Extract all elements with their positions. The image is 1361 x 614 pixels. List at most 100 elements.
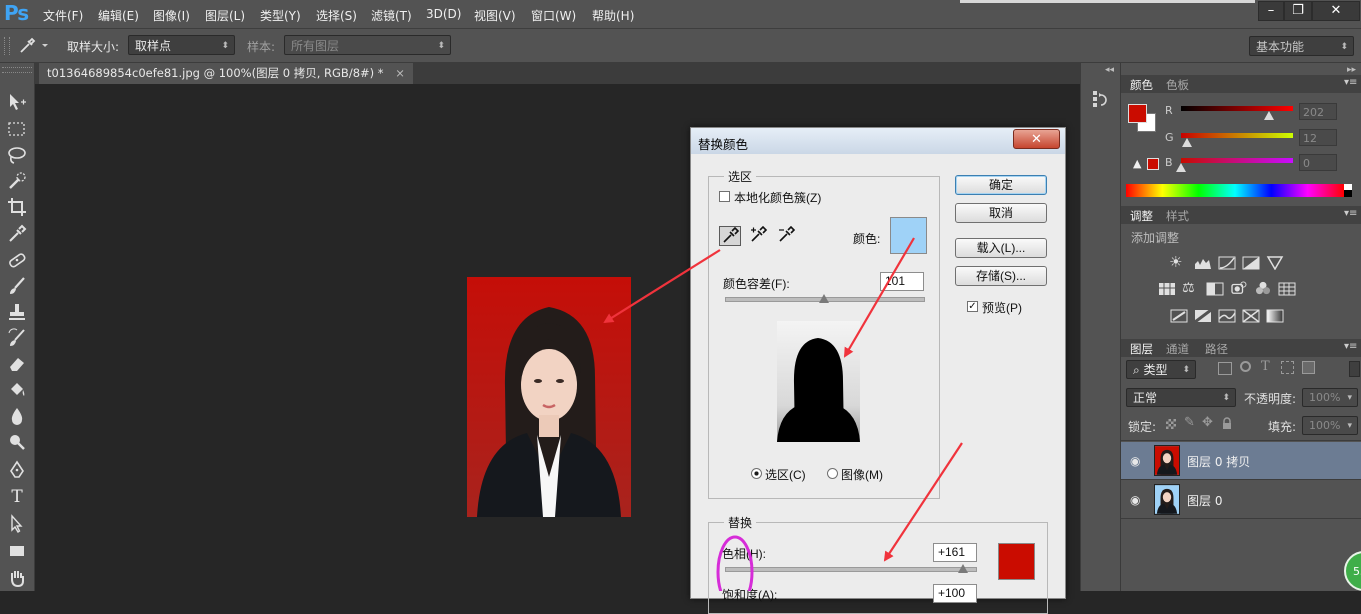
invert-icon[interactable] xyxy=(1170,309,1188,323)
tools-grip[interactable] xyxy=(2,67,32,73)
gradient-map-icon[interactable] xyxy=(1266,309,1284,323)
menu-view[interactable]: 视图(V) xyxy=(474,7,516,24)
black-chip[interactable] xyxy=(1344,190,1352,197)
filter-adjustment-icon[interactable] xyxy=(1240,361,1251,372)
r-slider-thumb[interactable] xyxy=(1264,111,1275,120)
exposure-icon[interactable] xyxy=(1242,256,1260,270)
restore-button[interactable]: ❐ xyxy=(1284,1,1312,21)
path-selection-tool-icon[interactable] xyxy=(6,513,28,535)
lock-pixels-brush-icon[interactable]: ✎ xyxy=(1184,415,1195,430)
menu-filter[interactable]: 滤镜(T) xyxy=(371,7,412,24)
localized-clusters-checkbox[interactable] xyxy=(719,191,730,202)
selection-radio[interactable] xyxy=(751,468,762,479)
curves-icon[interactable] xyxy=(1218,256,1236,270)
hue-slider-track[interactable] xyxy=(725,567,977,572)
filter-type-icon[interactable]: T xyxy=(1261,359,1270,374)
filter-smart-object-icon[interactable] xyxy=(1302,361,1315,374)
document-tab[interactable]: t01364689854c0efe81.jpg @ 100%(图层 0 拷贝, … xyxy=(39,63,413,84)
layer-name[interactable]: 图层 0 拷贝 xyxy=(1187,453,1250,470)
lock-all-icon[interactable] xyxy=(1221,417,1233,430)
fuzziness-slider-thumb[interactable] xyxy=(819,294,829,303)
filter-pixel-icon[interactable] xyxy=(1218,362,1232,375)
filter-shape-icon[interactable] xyxy=(1281,361,1294,374)
tab-styles[interactable]: 样式 xyxy=(1166,208,1189,224)
channel-mixer-icon[interactable] xyxy=(1254,281,1272,295)
color-balance-icon[interactable]: ⚖ xyxy=(1182,280,1195,296)
menu-edit[interactable]: 编辑(E) xyxy=(98,7,139,24)
expand-panels-icon[interactable]: ◂◂ xyxy=(1105,65,1114,75)
hue-input[interactable]: +161 xyxy=(933,543,977,562)
photo-filter-icon[interactable] xyxy=(1230,281,1248,295)
sample-select[interactable]: 所有图层 ⬍ xyxy=(284,35,451,55)
tab-swatches[interactable]: 色板 xyxy=(1166,77,1189,93)
menu-window[interactable]: 窗口(W) xyxy=(531,7,576,24)
menu-image[interactable]: 图像(I) xyxy=(153,7,190,24)
color-lookup-icon[interactable] xyxy=(1278,282,1296,296)
black-white-icon[interactable] xyxy=(1206,282,1224,296)
eyedropper-tool-icon[interactable] xyxy=(6,223,28,245)
menu-type[interactable]: 类型(Y) xyxy=(260,7,301,24)
fill-input[interactable]: 100% ▾ xyxy=(1302,416,1358,435)
image-radio[interactable] xyxy=(827,468,838,479)
g-slider-thumb[interactable] xyxy=(1181,138,1192,147)
brightness-contrast-icon[interactable]: ☀ xyxy=(1169,254,1185,270)
menu-layer[interactable]: 图层(L) xyxy=(205,7,245,24)
menu-help[interactable]: 帮助(H) xyxy=(592,7,634,24)
blur-tool-icon[interactable] xyxy=(6,405,28,427)
eyedropper-minus-button[interactable] xyxy=(776,225,798,246)
lock-transparent-icon[interactable] xyxy=(1166,419,1176,429)
r-slider-track[interactable] xyxy=(1181,106,1293,111)
lasso-tool-icon[interactable] xyxy=(6,144,28,166)
grip-handle[interactable] xyxy=(4,37,10,55)
workspace-select[interactable]: 基本功能 ⬍ xyxy=(1249,36,1354,56)
filter-toggle[interactable] xyxy=(1349,361,1360,377)
spectrum-ramp[interactable] xyxy=(1126,184,1344,197)
type-tool-icon[interactable]: T xyxy=(6,487,28,509)
panel-menu-icon[interactable]: ▾≡ xyxy=(1344,341,1357,352)
crop-tool-icon[interactable] xyxy=(6,196,28,218)
opacity-input[interactable]: 100% ▾ xyxy=(1302,388,1358,407)
history-brush-tool-icon[interactable] xyxy=(6,327,28,349)
close-window-button[interactable]: ✕ xyxy=(1312,1,1360,21)
ok-button[interactable]: 确定 xyxy=(955,175,1047,195)
move-tool-icon[interactable] xyxy=(6,91,28,113)
blend-mode-select[interactable]: 正常 ⬍ xyxy=(1126,388,1236,407)
gamut-color-chip[interactable] xyxy=(1147,158,1159,170)
cancel-button[interactable]: 取消 xyxy=(955,203,1047,223)
g-slider-track[interactable] xyxy=(1181,133,1293,138)
selected-color-swatch[interactable] xyxy=(890,217,927,254)
eyedropper-plus-button[interactable] xyxy=(748,225,770,246)
gamut-warning-icon[interactable]: ▲ xyxy=(1133,157,1141,170)
collapse-panels-icon[interactable]: ▸▸ xyxy=(1347,65,1356,75)
g-value-input[interactable]: 12 xyxy=(1299,129,1337,146)
floating-badge[interactable]: 53 xyxy=(1344,551,1361,591)
result-color-swatch[interactable] xyxy=(998,543,1035,580)
dialog-titlebar[interactable]: 替换颜色 ✕ xyxy=(691,128,1065,154)
save-button[interactable]: 存储(S)... xyxy=(955,266,1047,286)
layer-row-copy[interactable]: ◉ 图层 0 拷贝 xyxy=(1121,442,1361,480)
eyedropper-tool-preset-icon[interactable] xyxy=(18,35,48,55)
hue-saturation-icon[interactable] xyxy=(1158,282,1176,296)
hand-tool-icon[interactable] xyxy=(6,567,28,589)
load-button[interactable]: 载入(L)... xyxy=(955,238,1047,258)
hue-slider-thumb[interactable] xyxy=(957,564,968,573)
b-slider-thumb[interactable] xyxy=(1176,163,1186,172)
tab-channels[interactable]: 通道 xyxy=(1166,341,1189,357)
close-tab-icon[interactable]: × xyxy=(395,66,405,80)
selective-color-icon[interactable] xyxy=(1242,309,1260,323)
brush-tool-icon[interactable] xyxy=(6,275,28,297)
panel-menu-icon[interactable]: ▾≡ xyxy=(1344,208,1357,219)
layer-name[interactable]: 图层 0 xyxy=(1187,492,1222,509)
threshold-icon[interactable] xyxy=(1218,309,1236,323)
tab-layers[interactable]: 图层 xyxy=(1130,341,1153,357)
pen-tool-icon[interactable] xyxy=(6,459,28,481)
panel-menu-icon[interactable]: ▾≡ xyxy=(1344,77,1357,88)
history-panel-icon[interactable] xyxy=(1091,89,1111,109)
minimize-button[interactable]: – xyxy=(1258,1,1284,21)
posterize-icon[interactable] xyxy=(1194,309,1212,323)
tab-color[interactable]: 颜色 xyxy=(1130,77,1153,93)
foreground-color-swatch[interactable] xyxy=(1128,104,1147,123)
saturation-input[interactable]: +100 xyxy=(933,584,977,603)
r-value-input[interactable]: 202 xyxy=(1299,103,1337,120)
eraser-tool-icon[interactable] xyxy=(6,353,28,375)
